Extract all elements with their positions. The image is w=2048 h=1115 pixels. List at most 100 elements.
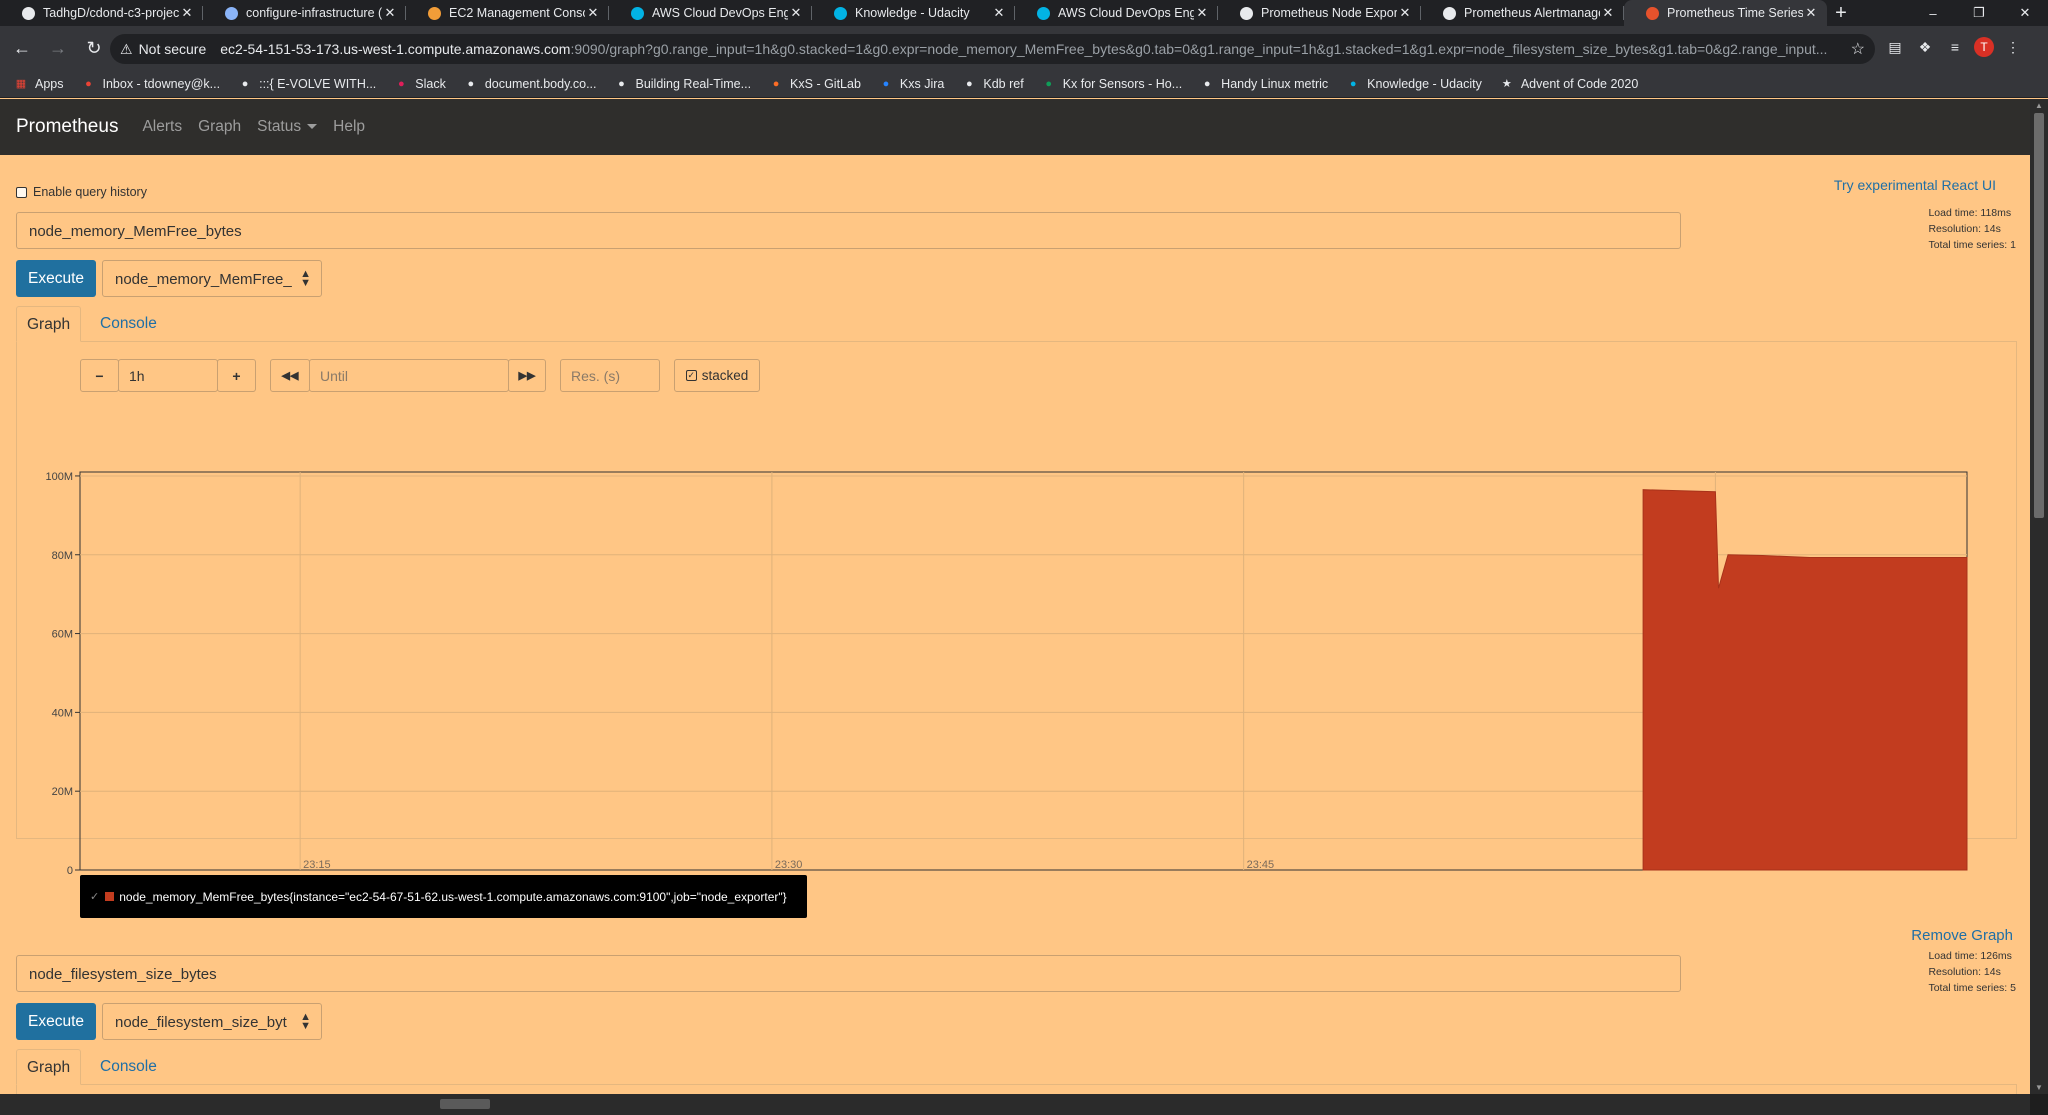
close-tab-icon[interactable]: ✕ [585, 5, 601, 21]
browser-tab[interactable]: AWS Cloud DevOps Engine✕ [1015, 0, 1218, 26]
remove-graph-link[interactable]: Remove Graph [1911, 927, 2013, 944]
brand-link[interactable]: Prometheus [16, 116, 118, 138]
bookmark-item[interactable]: ● Inbox - tdowney@k... [82, 77, 220, 91]
close-tab-icon[interactable]: ✕ [179, 5, 195, 21]
browser-tab[interactable]: TadhgD/cdond-c3-project ✕ [0, 0, 203, 26]
nav-alerts[interactable]: Alerts [142, 118, 182, 136]
bookmark-label: Kxs Jira [899, 76, 945, 91]
close-tab-icon[interactable]: ✕ [788, 5, 804, 21]
nav-help[interactable]: Help [333, 118, 365, 136]
bookmark-item[interactable]: ● Knowledge - Udacity [1346, 77, 1482, 91]
new-tab-button[interactable]: + [1827, 0, 1855, 26]
close-window-icon[interactable]: ✕ [2002, 0, 2048, 26]
jira-icon: ● [882, 77, 890, 90]
graph-legend[interactable]: ✓ node_memory_MemFree_bytes{instance="ec… [80, 875, 807, 918]
tab-graph[interactable]: Graph [16, 306, 82, 342]
globe-icon: ● [241, 77, 249, 90]
browser-tab-strip: TadhgD/cdond-c3-project ✕ configure-infras… [0, 0, 2048, 26]
load-time-2: Load time: 126ms [1928, 950, 2012, 962]
menu-kebab-icon[interactable]: ⋮ [2002, 36, 2024, 58]
close-tab-icon[interactable]: ✕ [1600, 5, 1616, 21]
query-stats: Load time: 118ms Resolution: 14s Total t… [1928, 205, 2016, 253]
bookmark-item[interactable]: ● KxS - GitLab [769, 77, 861, 91]
nav-graph[interactable]: Graph [198, 118, 241, 136]
execute-button-2[interactable]: Execute [16, 1003, 96, 1040]
bookmark-item[interactable]: ● Kdb ref [962, 77, 1024, 91]
enable-query-history[interactable]: Enable query history [16, 185, 147, 199]
browser-tab[interactable]: Knowledge - Udacity ✕ [812, 0, 1015, 26]
close-tab-icon[interactable]: ✕ [1803, 5, 1819, 21]
metric-select-2[interactable]: node_filesystem_size_byt ▲ ▼ [102, 1003, 322, 1040]
browser-tab[interactable]: Prometheus Time Series C ✕ [1624, 0, 1827, 26]
tab-console-2[interactable]: Console [90, 1049, 167, 1085]
tab-title: Knowledge - Udacity [855, 6, 970, 20]
extensions-puzzle-icon[interactable]: ❖ [1914, 36, 1936, 58]
expression-input[interactable]: node_memory_MemFree_bytes [16, 212, 1681, 249]
browser-tab[interactable]: Prometheus Node Exporter✕ [1218, 0, 1421, 26]
bookmark-item[interactable]: ▦ Apps [14, 77, 64, 91]
scrollbar-corner [2030, 1094, 2048, 1115]
restore-icon[interactable]: ❐ [1956, 0, 2002, 26]
expression-input-2[interactable]: node_filesystem_size_bytes [16, 955, 1681, 992]
close-tab-icon[interactable]: ✕ [991, 5, 1007, 21]
tab-console[interactable]: Console [90, 306, 167, 342]
warning-icon: ⚠ [120, 40, 133, 57]
hscrollbar-thumb[interactable] [440, 1099, 490, 1109]
bookmark-item[interactable]: ● Handy Linux metric [1200, 77, 1328, 91]
bookmark-item[interactable]: ● Building Real-Time... [614, 77, 751, 91]
query-stats-2: Load time: 126ms Resolution: 14s Total t… [1928, 948, 2016, 996]
page-icon [1240, 6, 1253, 20]
execute-button[interactable]: Execute [16, 260, 96, 297]
globe-icon: ● [467, 77, 475, 90]
x-tick-label: 23:45 [1247, 859, 1275, 871]
horizontal-scrollbar[interactable] [0, 1094, 2030, 1115]
time-back-icon[interactable]: ◀◀ [270, 359, 310, 392]
bookmark-item[interactable]: ● Slack [394, 77, 446, 91]
url-omnibox[interactable]: ⚠ Not secure ec2-54-151-53-173.us-west-1… [110, 34, 1875, 64]
close-tab-icon[interactable]: ✕ [1194, 5, 1210, 21]
scrollbar-thumb[interactable] [2034, 113, 2044, 518]
close-tab-icon[interactable]: ✕ [1397, 5, 1413, 21]
forward-icon[interactable]: → [44, 38, 72, 59]
browser-tab[interactable]: configure-infrastructure (✕ [203, 0, 406, 26]
close-tab-icon[interactable]: ✕ [382, 5, 398, 21]
scroll-down-icon[interactable]: ▼ [2034, 1083, 2044, 1092]
chevron-down-icon [307, 124, 318, 130]
bookmark-item[interactable]: ● Kx for Sensors - Ho... [1042, 77, 1182, 91]
reload-icon[interactable]: ↻ [80, 38, 108, 59]
bookmark-item[interactable]: ●:::{ E-VOLVE WITH... [238, 77, 376, 91]
sensor-icon: ● [1045, 77, 1053, 90]
reading-list-icon[interactable]: ≡ [1944, 36, 1966, 58]
react-ui-link[interactable]: Try experimental React UI [1834, 177, 1996, 193]
browser-tab[interactable]: AWS Cloud DevOps Engine✕ [609, 0, 812, 26]
resolution-input[interactable]: Res. (s) [560, 359, 660, 392]
tab-title: AWS Cloud DevOps Engine [652, 6, 788, 20]
bookmark-item[interactable]: ● Kxs Jira [879, 76, 945, 91]
history-checkbox[interactable] [16, 186, 27, 198]
back-icon[interactable]: ← [8, 38, 36, 59]
browser-tab[interactable]: Prometheus Alertmanager ✕ [1421, 0, 1624, 26]
vertical-scrollbar[interactable]: ▲ ▼ [2030, 99, 2048, 1094]
until-input[interactable]: Until [309, 359, 509, 392]
bookmark-item[interactable]: ● document.body.co... [464, 77, 597, 91]
browser-tab[interactable]: EC2 Management Console ✕ [406, 0, 609, 26]
bookmark-item[interactable]: ★ Advent of Code 2020 [1500, 77, 1638, 91]
scroll-up-icon[interactable]: ▲ [2034, 101, 2044, 110]
udacity-icon [1037, 6, 1050, 20]
history-label: Enable query history [33, 185, 147, 199]
security-status[interactable]: Not secure [139, 41, 207, 57]
metric-select[interactable]: node_memory_MemFree_ ▲ ▼ [102, 260, 322, 297]
nav-status[interactable]: Status [257, 118, 318, 136]
total-series: Total time series: 1 [1928, 239, 2016, 251]
bookmark-star-icon[interactable]: ☆ [1851, 39, 1865, 59]
tab-graph-2[interactable]: Graph [16, 1049, 82, 1085]
stacked-toggle[interactable]: ✓ stacked [674, 359, 760, 392]
minimize-icon[interactable]: – [1910, 0, 1956, 26]
time-forward-icon[interactable]: ▶▶ [508, 359, 546, 392]
legend-swatch [105, 892, 115, 901]
range-increase-button[interactable]: + [217, 359, 256, 392]
range-input[interactable]: 1h [118, 359, 218, 392]
range-decrease-button[interactable]: − [80, 359, 119, 392]
profile-avatar[interactable]: T [1974, 37, 1994, 57]
cast-icon[interactable]: ▤ [1884, 36, 1906, 58]
